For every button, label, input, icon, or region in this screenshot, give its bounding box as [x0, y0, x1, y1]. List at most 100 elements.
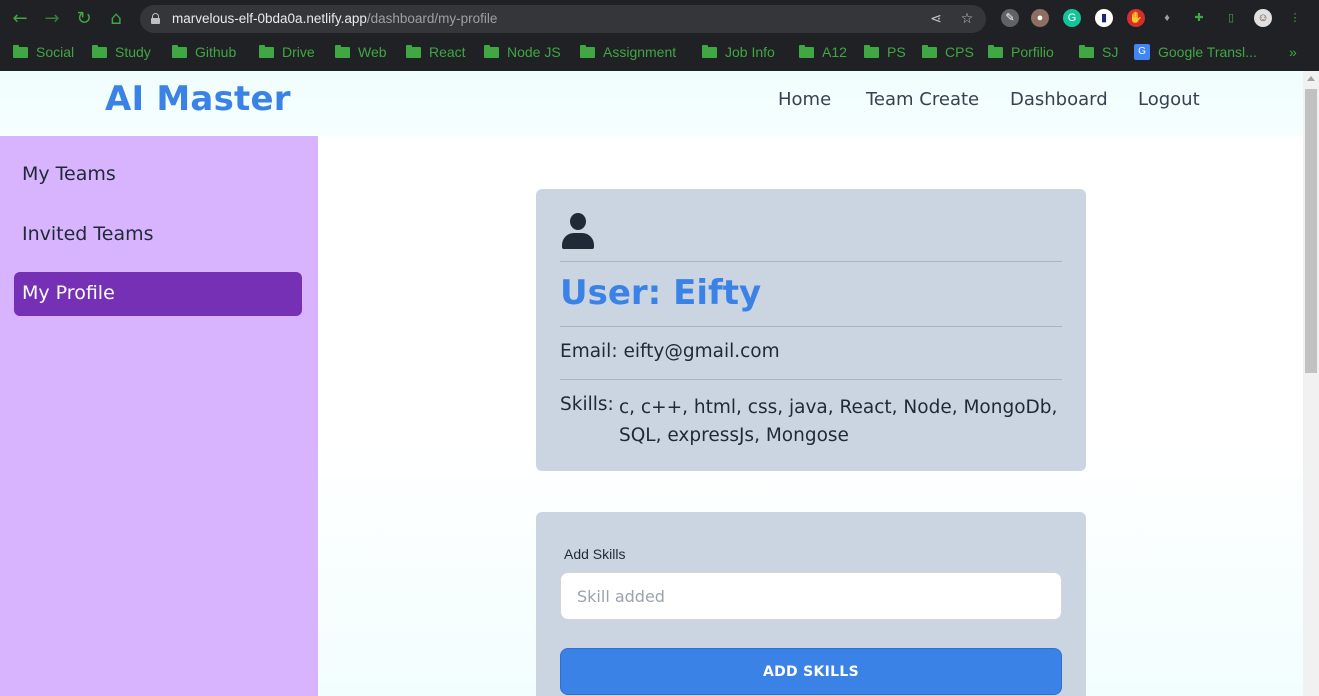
bookmark-label: PS	[887, 44, 906, 60]
nav-dashboard[interactable]: Dashboard	[1010, 89, 1108, 110]
share-icon[interactable]: ⋖	[927, 10, 945, 28]
bookmark-label: Drive	[282, 44, 315, 60]
page: AI Master Home Team Create Dashboard Log…	[0, 71, 1319, 696]
nav-logout[interactable]: Logout	[1138, 89, 1200, 110]
bookmark-label: Assignment	[603, 44, 677, 60]
extension-cookie-icon[interactable]: ●	[1031, 9, 1049, 27]
profile-card: User: Eifty Email: eifty@gmail.com Skill…	[536, 189, 1086, 471]
extension-hand-icon[interactable]: ✋	[1127, 9, 1145, 27]
bookmark-a12[interactable]: A12	[799, 43, 847, 61]
bookmark-sj[interactable]: SJ	[1079, 43, 1118, 61]
google-translate-icon: G	[1134, 44, 1150, 60]
bookmark-label: Node JS	[507, 44, 561, 60]
divider	[560, 379, 1062, 380]
bookmark-label: Job Info	[725, 44, 775, 60]
home-icon[interactable]: ⌂	[106, 9, 126, 29]
nav-home[interactable]: Home	[778, 89, 831, 110]
folder-icon	[580, 44, 595, 58]
folder-icon	[1079, 44, 1094, 58]
forward-arrow-icon[interactable]: →	[42, 9, 62, 29]
address-row: ← → ↻ ⌂ marvelous-elf-0bda0a.netlify.app…	[0, 0, 1319, 38]
add-skills-button[interactable]: ADD SKILLS	[560, 648, 1062, 695]
grammarly-icon[interactable]: G	[1063, 9, 1081, 27]
bookmark-label: React	[429, 44, 466, 60]
bookmark-ps[interactable]: PS	[864, 43, 906, 61]
bookmark-label: Study	[115, 44, 151, 60]
sidebar-item-label: My Profile	[22, 282, 115, 304]
bookmark-google-translate[interactable]: G Google Transl...	[1134, 43, 1257, 61]
reload-icon[interactable]: ↻	[74, 9, 94, 29]
extensions-puzzle-icon[interactable]: ✚	[1190, 9, 1208, 27]
folder-icon	[799, 44, 814, 58]
main-content: User: Eifty Email: eifty@gmail.com Skill…	[318, 136, 1303, 696]
extension-pen-icon[interactable]: ✎	[1001, 9, 1019, 27]
more-bookmarks-label: »	[1289, 44, 1297, 60]
bookmark-label: Web	[358, 44, 387, 60]
brand-logo[interactable]: AI Master	[105, 79, 291, 119]
user-email: Email: eifty@gmail.com	[560, 341, 780, 362]
folder-icon	[92, 44, 107, 58]
site-header: AI Master Home Team Create Dashboard Log…	[0, 71, 1303, 136]
bookmark-label: Social	[36, 44, 75, 60]
more-bookmarks-button[interactable]: »	[1289, 43, 1297, 61]
bookmark-drive[interactable]: Drive	[259, 43, 315, 61]
bookmark-cps[interactable]: CPS	[922, 43, 974, 61]
extension-dropper-icon[interactable]: ♦	[1158, 9, 1176, 27]
address-bar[interactable]: marvelous-elf-0bda0a.netlify.app/dashboa…	[140, 5, 986, 33]
divider	[560, 261, 1062, 262]
folder-icon	[864, 44, 879, 58]
browser-chrome: ← → ↻ ⌂ marvelous-elf-0bda0a.netlify.app…	[0, 0, 1319, 71]
url-path: /dashboard/my-profile	[366, 11, 498, 26]
folder-icon	[484, 44, 499, 58]
bookmarks-bar: Social Study Github Drive Web React Node…	[0, 38, 1319, 66]
user-icon	[561, 213, 595, 249]
scroll-thumb[interactable]	[1305, 89, 1317, 373]
folder-icon	[13, 44, 28, 58]
folder-icon	[406, 44, 421, 58]
bookmark-react[interactable]: React	[406, 43, 466, 61]
skills-list: c, c++, html, css, java, React, Node, Mo…	[619, 397, 1058, 446]
folder-icon	[172, 44, 187, 58]
bookmark-label: A12	[822, 44, 847, 60]
folder-icon	[702, 44, 717, 58]
url-text: marvelous-elf-0bda0a.netlify.app/dashboa…	[172, 10, 497, 28]
bookmark-web[interactable]: Web	[335, 43, 387, 61]
extension-flag-icon[interactable]: ▮	[1095, 9, 1113, 27]
bookmark-porfilio[interactable]: Porfilio	[988, 43, 1054, 61]
bookmark-label: Porfilio	[1011, 44, 1054, 60]
bookmark-social[interactable]: Social	[13, 43, 74, 61]
bookmark-study[interactable]: Study	[92, 43, 151, 61]
sidebar-item-invited-teams[interactable]: Invited Teams	[22, 223, 154, 245]
user-name-heading: User: Eifty	[560, 273, 762, 313]
folder-icon	[922, 44, 937, 58]
bookmark-github[interactable]: Github	[172, 43, 236, 61]
menu-kebab-icon[interactable]: ⋮	[1286, 9, 1304, 27]
bookmark-label: SJ	[1102, 44, 1119, 60]
star-icon[interactable]: ☆	[958, 10, 976, 28]
profile-avatar-icon[interactable]: ☺	[1254, 9, 1272, 27]
bookmark-job-info[interactable]: Job Info	[702, 43, 775, 61]
divider	[560, 326, 1062, 327]
back-arrow-icon[interactable]: ←	[10, 9, 30, 29]
skills-label: Skills:	[560, 394, 614, 415]
folder-icon	[259, 44, 274, 58]
add-skills-label: Add Skills	[564, 546, 626, 562]
bookmark-assignment[interactable]: Assignment	[580, 43, 676, 61]
bookmark-nodejs[interactable]: Node JS	[484, 43, 561, 61]
folder-icon	[335, 44, 350, 58]
add-skills-form: Add Skills ADD SKILLS	[536, 512, 1086, 696]
bookmark-label: CPS	[945, 44, 974, 60]
bookmark-label: Google Transl...	[1158, 44, 1257, 60]
nav-team-create[interactable]: Team Create	[866, 89, 979, 110]
sidebar-item-my-teams[interactable]: My Teams	[22, 163, 116, 185]
lock-icon	[151, 13, 160, 24]
url-host: marvelous-elf-0bda0a.netlify.app	[172, 11, 367, 26]
sidebar-item-my-profile[interactable]: My Profile	[14, 272, 302, 316]
bookmark-label: Github	[195, 44, 237, 60]
side-panel-icon[interactable]: ▯	[1222, 9, 1240, 27]
folder-icon	[988, 44, 1003, 58]
scroll-up-arrow-icon[interactable]	[1307, 76, 1315, 81]
dashboard-sidebar: My Teams Invited Teams My Profile	[0, 136, 318, 696]
skill-input[interactable]	[560, 572, 1062, 620]
page-scrollbar[interactable]	[1303, 71, 1319, 696]
